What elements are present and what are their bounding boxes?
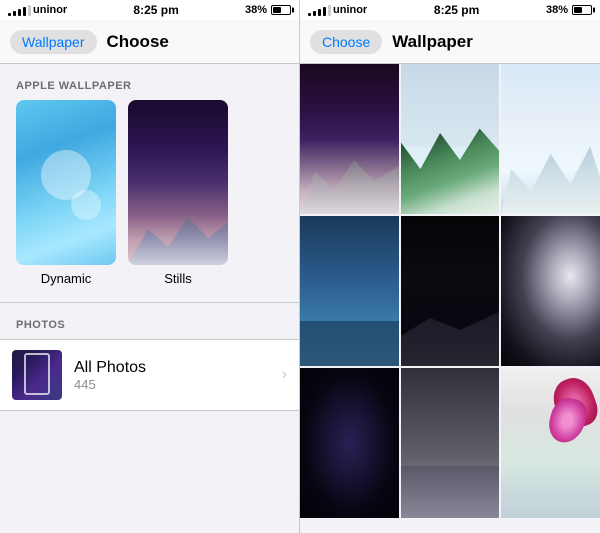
nav-title-right: Wallpaper	[392, 32, 473, 52]
gallery-item-9[interactable]	[501, 368, 600, 518]
time-right: 8:25 pm	[434, 3, 479, 17]
signal-dot-r1	[308, 13, 311, 16]
carrier-signal-right: uninor	[308, 4, 367, 16]
photos-count: 445	[74, 377, 270, 392]
chevron-icon: ›	[282, 366, 287, 384]
signal-dot-4	[23, 7, 26, 16]
signal-dot-3	[18, 9, 21, 16]
signal-dot-5	[28, 5, 31, 16]
signal-dots-left	[8, 5, 31, 16]
wallpaper-item-dynamic[interactable]: Dynamic	[16, 100, 116, 286]
gallery-item-8[interactable]	[401, 368, 500, 518]
gallery-item-7[interactable]	[300, 368, 399, 518]
wallpaper-gallery	[300, 64, 600, 533]
signal-dot-r4	[323, 7, 326, 16]
gallery-item-2[interactable]	[401, 64, 500, 214]
carrier-name-right: uninor	[333, 4, 367, 16]
back-button-right[interactable]: Choose	[310, 30, 382, 54]
gallery-item-5[interactable]	[401, 216, 500, 366]
all-photos-row[interactable]: All Photos 445 ›	[0, 340, 299, 410]
dynamic-preview	[16, 100, 116, 265]
battery-icon-right	[572, 5, 592, 15]
status-bar-right: uninor 8:25 pm 38%	[300, 0, 600, 20]
status-bar-left: uninor 8:25 pm 38%	[0, 0, 299, 20]
battery-pct-right: 38%	[546, 4, 568, 16]
carrier-name-left: uninor	[33, 4, 67, 16]
signal-dot-2	[13, 11, 16, 16]
left-panel: uninor 8:25 pm 38% Wallpaper Choose APPL…	[0, 0, 300, 533]
signal-dot-r3	[318, 9, 321, 16]
right-panel: uninor 8:25 pm 38% Choose Wallpaper	[300, 0, 600, 533]
nav-bar-right: Choose Wallpaper	[300, 20, 600, 64]
photos-thumb	[12, 350, 62, 400]
dynamic-thumb	[16, 100, 116, 265]
nav-bar-left: Wallpaper Choose	[0, 20, 299, 64]
photos-section: All Photos 445 ›	[0, 339, 299, 411]
section-header-apple: APPLE WALLPAPER	[0, 64, 299, 100]
carrier-signal-left: uninor	[8, 4, 67, 16]
gallery-item-3[interactable]	[501, 64, 600, 214]
photos-info: All Photos 445	[74, 359, 270, 392]
stills-preview	[128, 100, 228, 265]
photos-title: All Photos	[74, 359, 270, 377]
section-header-photos: PHOTOS	[0, 303, 299, 339]
nav-title-left: Choose	[107, 32, 169, 52]
gallery-item-4[interactable]	[300, 216, 399, 366]
stills-thumb	[128, 100, 228, 265]
battery-icon-left	[271, 5, 291, 15]
signal-dots-right	[308, 5, 331, 16]
wallpaper-item-stills[interactable]: Stills	[128, 100, 228, 286]
battery-pct-left: 38%	[245, 4, 267, 16]
status-right-left: 38%	[245, 4, 291, 16]
gallery-item-1[interactable]	[300, 64, 399, 214]
signal-dot-1	[8, 13, 11, 16]
stills-label: Stills	[164, 271, 191, 286]
gallery-item-6[interactable]	[501, 216, 600, 366]
back-button-left[interactable]: Wallpaper	[10, 30, 97, 54]
dynamic-label: Dynamic	[41, 271, 92, 286]
signal-dot-r5	[328, 5, 331, 16]
wallpaper-grid: Dynamic Stills	[0, 100, 299, 286]
signal-dot-r2	[313, 11, 316, 16]
status-right-right: 38%	[546, 4, 592, 16]
stills-mountain	[128, 205, 228, 265]
time-left: 8:25 pm	[133, 3, 178, 17]
